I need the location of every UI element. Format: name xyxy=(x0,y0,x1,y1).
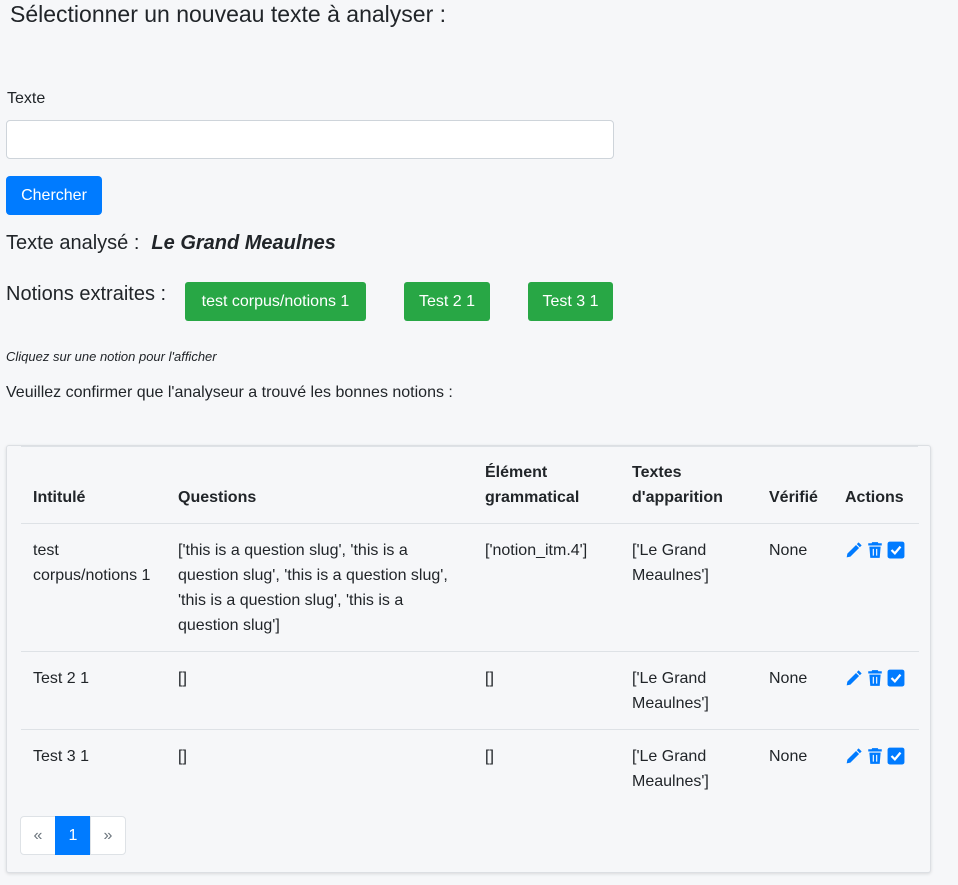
cell-questions: [] xyxy=(166,651,473,730)
pagination-page-1[interactable]: 1 xyxy=(55,816,91,855)
cell-verifie: None xyxy=(757,523,833,652)
cell-element: [] xyxy=(485,747,494,765)
checkbox-icon[interactable] xyxy=(887,669,905,687)
header-element: Élément grammatical xyxy=(473,458,620,524)
texte-label: Texte xyxy=(7,90,46,107)
notion-hint: Cliquez sur une notion pour l'afficher xyxy=(6,349,217,364)
trash-icon[interactable] xyxy=(866,747,884,765)
analysed-text-title: Le Grand Meaulnes xyxy=(151,232,336,254)
cell-element: [] xyxy=(473,651,620,730)
cell-actions xyxy=(833,729,919,807)
notions-label: Notions extraites : xyxy=(6,283,167,305)
notion-button-3[interactable]: Test 3 1 xyxy=(528,282,613,321)
pencil-icon[interactable] xyxy=(845,669,863,687)
header-questions: Questions xyxy=(166,458,473,524)
cell-textes: ['Le Grand Meaulnes'] xyxy=(620,523,757,652)
notions-table-card: Intitulé Questions Élément grammatical T… xyxy=(6,445,931,873)
table-row: Test 3 1 [] [] ['Le Grand Meaulnes'] Non… xyxy=(21,729,919,807)
cell-questions: ['this is a question slug', 'this is a q… xyxy=(166,523,473,652)
chercher-button[interactable]: Chercher xyxy=(6,176,102,215)
cell-intitule: Test 2 1 xyxy=(21,651,166,730)
checkbox-icon[interactable] xyxy=(887,747,905,765)
cell-questions: [] xyxy=(178,747,187,765)
cell-actions xyxy=(833,651,919,730)
pagination: « 1 » xyxy=(20,816,126,855)
notions-table: Intitulé Questions Élément grammatical T… xyxy=(21,458,919,807)
checkbox-icon[interactable] xyxy=(887,541,905,559)
analysed-text-label: Texte analysé : xyxy=(6,232,140,254)
confirm-text: Veuillez confirmer que l'analyseur a tro… xyxy=(6,384,453,401)
header-intitule: Intitulé xyxy=(21,458,166,524)
cell-textes: ['Le Grand Meaulnes'] xyxy=(632,747,709,790)
notion-button-2[interactable]: Test 2 1 xyxy=(404,282,490,321)
page: Sélectionner un nouveau texte à analyser… xyxy=(0,0,958,885)
cell-actions xyxy=(833,523,919,652)
header-verifie: Vérifié xyxy=(757,458,833,524)
table-row: test corpus/notions 1 ['this is a questi… xyxy=(21,523,919,652)
header-actions: Actions xyxy=(833,458,919,524)
cell-intitule: Test 3 1 xyxy=(33,747,90,765)
header-textes: Textes d'apparition xyxy=(620,458,757,524)
pagination-next[interactable]: » xyxy=(90,816,126,855)
trash-icon[interactable] xyxy=(866,541,884,559)
cell-intitule: test corpus/notions 1 xyxy=(21,523,166,652)
card-divider xyxy=(21,446,918,447)
table-header-row: Intitulé Questions Élément grammatical T… xyxy=(21,458,919,524)
cell-textes: ['Le Grand Meaulnes'] xyxy=(620,651,757,730)
texte-input[interactable] xyxy=(6,120,614,159)
pencil-icon[interactable] xyxy=(845,541,863,559)
trash-icon[interactable] xyxy=(866,669,884,687)
pagination-prev[interactable]: « xyxy=(20,816,56,855)
pencil-icon[interactable] xyxy=(845,747,863,765)
analysed-text-row: Texte analysé : Le Grand Meaulnes xyxy=(6,232,336,255)
cell-element: ['notion_itm.4'] xyxy=(473,523,620,652)
page-title: Sélectionner un nouveau texte à analyser… xyxy=(10,1,447,27)
notion-button-1[interactable]: test corpus/notions 1 xyxy=(185,282,366,321)
cell-verifie: None xyxy=(757,651,833,730)
table-row: Test 2 1 [] [] ['Le Grand Meaulnes'] Non… xyxy=(21,651,919,730)
cell-verifie: None xyxy=(769,747,808,765)
